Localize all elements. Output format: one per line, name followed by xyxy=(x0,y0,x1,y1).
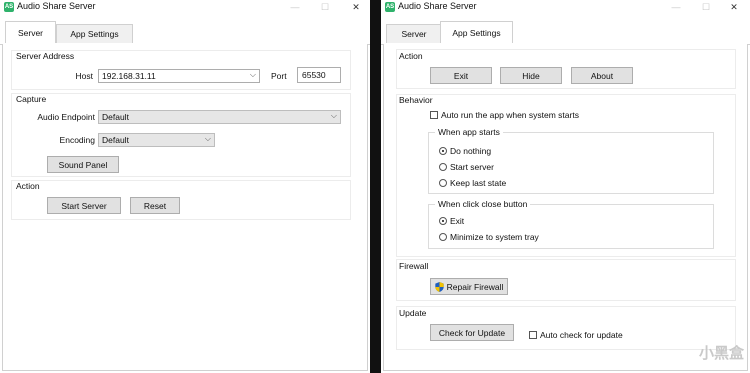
hide-button[interactable]: Hide xyxy=(500,67,562,84)
check-update-button[interactable]: Check for Update xyxy=(430,324,514,341)
sound-panel-button[interactable]: Sound Panel xyxy=(47,156,119,173)
shield-icon xyxy=(435,282,444,292)
capture-title: Capture xyxy=(16,94,47,104)
do-nothing-label[interactable]: Do nothing xyxy=(450,146,491,156)
maximize-button[interactable]: ☐ xyxy=(692,0,720,14)
update-title: Update xyxy=(399,308,427,318)
server-window-left: AS Audio Share Server — ☐ ✕ Server App S… xyxy=(0,0,370,373)
port-label: Port xyxy=(271,71,287,81)
server-tab-pane: Server Address Host 192.168.31.11 ⌵ Port… xyxy=(2,44,368,371)
start-server-radio[interactable] xyxy=(439,163,447,171)
watermark: 小黑盒 xyxy=(698,345,744,362)
host-value: 192.168.31.11 xyxy=(102,71,156,81)
reset-button[interactable]: Reset xyxy=(130,197,180,214)
keep-last-state-label[interactable]: Keep last state xyxy=(450,178,506,188)
close-button[interactable]: ✕ xyxy=(342,0,370,14)
app-icon: AS xyxy=(385,2,395,12)
when-click-close-title: When click close button xyxy=(435,199,531,209)
when-click-close-group: When click close button xyxy=(428,199,714,249)
exit-button[interactable]: Exit xyxy=(430,67,492,84)
auto-check-update-checkbox[interactable] xyxy=(529,331,537,339)
encoding-combobox[interactable]: Default ⌵ xyxy=(98,133,215,147)
action-title: Action xyxy=(399,51,423,61)
action-title: Action xyxy=(16,181,40,191)
app-settings-tab-pane: Action Exit Hide About Behavior Auto run… xyxy=(383,44,748,371)
server-address-title: Server Address xyxy=(16,51,75,61)
minimize-tray-radio[interactable] xyxy=(439,233,447,241)
chevron-down-icon[interactable]: ⌵ xyxy=(250,70,256,80)
exit-radio[interactable] xyxy=(439,217,447,225)
start-server-button[interactable]: Start Server xyxy=(47,197,121,214)
when-app-starts-title: When app starts xyxy=(435,127,503,137)
firewall-title: Firewall xyxy=(399,261,429,271)
auto-run-checkbox[interactable] xyxy=(430,111,438,119)
do-nothing-radio[interactable] xyxy=(439,147,447,155)
title-bar[interactable]: AS Audio Share Server — ☐ ✕ xyxy=(0,0,370,14)
close-button[interactable]: ✕ xyxy=(720,0,748,14)
host-label: Host xyxy=(75,71,93,81)
audio-endpoint-combobox[interactable]: Default ⌵ xyxy=(98,110,341,124)
keep-last-state-radio[interactable] xyxy=(439,179,447,187)
port-field[interactable]: 65530 xyxy=(297,67,341,83)
audio-endpoint-value: Default xyxy=(102,112,129,122)
about-button[interactable]: About xyxy=(571,67,633,84)
tab-app-settings[interactable]: App Settings xyxy=(440,21,513,43)
start-server-label[interactable]: Start server xyxy=(450,162,494,172)
repair-firewall-button[interactable]: Repair Firewall xyxy=(430,278,508,295)
minimize-button[interactable]: — xyxy=(662,0,690,14)
tab-server[interactable]: Server xyxy=(386,24,442,43)
window-divider xyxy=(370,0,381,373)
app-icon: AS xyxy=(4,2,14,12)
minimize-tray-label[interactable]: Minimize to system tray xyxy=(450,232,539,242)
exit-label[interactable]: Exit xyxy=(450,216,464,226)
behavior-title: Behavior xyxy=(399,95,433,105)
repair-firewall-label: Repair Firewall xyxy=(446,282,504,292)
maximize-button[interactable]: ☐ xyxy=(311,0,339,14)
tab-bar: Server App Settings xyxy=(0,20,370,45)
chevron-down-icon[interactable]: ⌵ xyxy=(205,134,211,144)
window-title: Audio Share Server xyxy=(17,1,96,11)
port-value: 65530 xyxy=(302,70,326,80)
tab-server[interactable]: Server xyxy=(5,21,56,43)
encoding-label: Encoding xyxy=(59,135,95,145)
server-window-right: AS Audio Share Server — ☐ ✕ Server App S… xyxy=(381,0,750,373)
tab-app-settings[interactable]: App Settings xyxy=(56,24,133,43)
tab-bar: Server App Settings xyxy=(381,20,750,45)
encoding-value: Default xyxy=(102,135,129,145)
auto-check-update-label[interactable]: Auto check for update xyxy=(540,330,623,340)
title-bar[interactable]: AS Audio Share Server — ☐ ✕ xyxy=(381,0,750,14)
window-title: Audio Share Server xyxy=(398,1,477,11)
audio-endpoint-label: Audio Endpoint xyxy=(37,112,95,122)
chevron-down-icon[interactable]: ⌵ xyxy=(331,111,337,121)
auto-run-label[interactable]: Auto run the app when system starts xyxy=(441,110,579,120)
host-combobox[interactable]: 192.168.31.11 ⌵ xyxy=(98,69,260,83)
minimize-button[interactable]: — xyxy=(281,0,309,14)
